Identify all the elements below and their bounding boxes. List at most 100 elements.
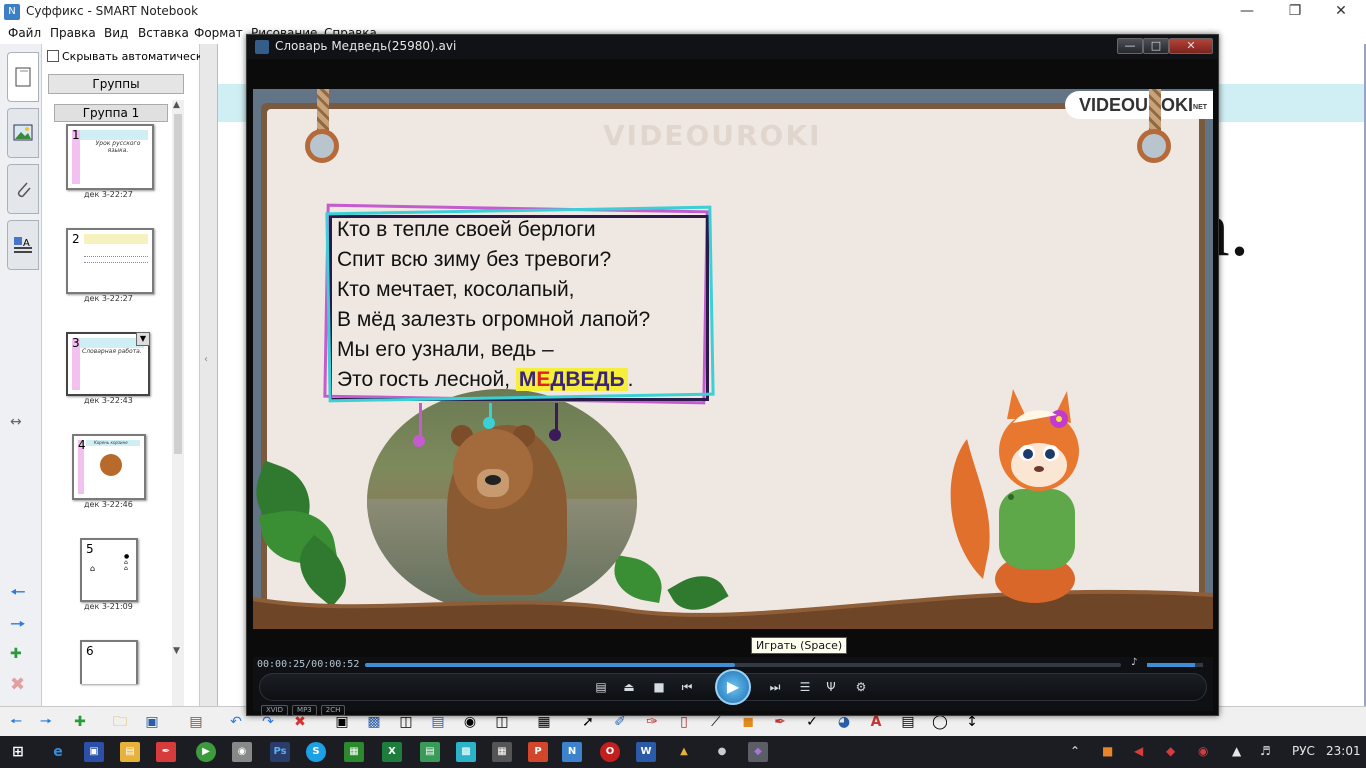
poem-line-2: Спит всю зиму без тревоги?	[337, 248, 612, 271]
opera-icon[interactable]: O	[600, 742, 620, 762]
equalizer-icon[interactable]: Ψ	[823, 679, 839, 695]
video-frame[interactable]: VIDEOUROKI VIDEOUROKINET Кто в тепле сво…	[253, 89, 1213, 629]
menu-insert[interactable]: Вставка	[138, 26, 189, 40]
audio-codec-badge: MP3	[292, 705, 317, 716]
tray-app-icon[interactable]: ■	[1102, 744, 1113, 758]
forward-icon[interactable]: 🠖	[36, 713, 56, 731]
volume-icon[interactable]: ♬	[1260, 744, 1271, 758]
menu-view[interactable]: Вид	[104, 26, 128, 40]
back-icon[interactable]: 🠔	[6, 713, 26, 731]
calculator-icon[interactable]: ▦	[492, 742, 512, 762]
language-indicator[interactable]: РУС	[1292, 744, 1315, 758]
paste-icon[interactable]: ▤	[186, 713, 206, 731]
vlc-icon[interactable]: ▲	[674, 742, 694, 762]
page-thumbnail-6[interactable]: 6	[80, 640, 138, 684]
eject-icon[interactable]: ⏏	[621, 679, 637, 695]
page-thumbnail-4[interactable]: 4 Корень корзине	[72, 434, 146, 500]
ring-left	[305, 129, 339, 163]
video-codec-badge: XVID	[261, 705, 289, 716]
page-time-5: дек 3-21:09	[84, 602, 133, 611]
skype-icon[interactable]: S	[306, 742, 326, 762]
poem-line-5: Мы его узнали, ведь –	[337, 338, 554, 361]
close-button[interactable]: ✕	[1318, 0, 1364, 24]
settings-gear-icon[interactable]: ⚙	[853, 679, 869, 695]
page-thumbnail-5[interactable]: 5 ⌂ ● ⌂ ⌂	[80, 538, 138, 602]
player-titlebar[interactable]: Словарь Медведь(25980).avi — □ ✕	[247, 35, 1218, 59]
play-button[interactable]: ▶	[715, 669, 751, 705]
videouroki-logo: VIDEOUROKINET	[1065, 91, 1213, 119]
undo-icon[interactable]: ↶	[226, 713, 246, 731]
riddle-poem: Кто в тепле своей берлоги Спит всю зиму …	[323, 203, 715, 405]
tab-page-sorter[interactable]	[7, 52, 39, 102]
page-time-2: дек 3-22:27	[84, 294, 133, 303]
seek-bar[interactable]	[365, 663, 1121, 667]
player-maximize-button[interactable]: □	[1143, 38, 1169, 54]
previous-icon[interactable]: ⏮	[679, 679, 695, 695]
microphone-icon[interactable]: ●	[712, 742, 732, 762]
media-player-window[interactable]: Словарь Медведь(25980).avi — □ ✕ VIDEOUR…	[246, 34, 1219, 716]
tab-attachments[interactable]	[7, 164, 39, 214]
wifi-icon[interactable]: ▲	[1232, 744, 1241, 758]
player-close-button[interactable]: ✕	[1169, 38, 1213, 54]
open-folder-icon[interactable]: 🗀	[110, 713, 130, 731]
tab-gallery[interactable]	[7, 108, 39, 158]
speaker-icon[interactable]: ♪	[1131, 657, 1137, 668]
app-icon[interactable]: ▦	[344, 742, 364, 762]
splitter-grip-icon[interactable]: ‹	[204, 354, 208, 365]
edge-icon[interactable]: e	[48, 742, 68, 762]
word-icon[interactable]: W	[636, 742, 656, 762]
page-menu-button[interactable]: ▼	[136, 332, 150, 346]
subtitle-icon[interactable]: ▤	[593, 679, 609, 695]
menu-edit[interactable]: Правка	[50, 26, 96, 40]
volume-slider[interactable]	[1147, 663, 1203, 667]
page-thumbnail-2[interactable]: 2	[66, 228, 154, 294]
antivirus-icon[interactable]: ◆	[1166, 744, 1175, 758]
app-icon-3[interactable]: ▩	[456, 742, 476, 762]
save-app-icon[interactable]: ▣	[84, 742, 104, 762]
save-icon[interactable]: ▣	[142, 713, 162, 731]
next-page-icon[interactable]: 🠖	[10, 612, 26, 642]
panel-splitter[interactable]: ‹	[200, 44, 218, 706]
pen-app-icon[interactable]: ✒	[156, 742, 176, 762]
powerpoint-icon[interactable]: P	[528, 742, 548, 762]
sorter-scrollbar[interactable]: ▲ ▼	[172, 100, 184, 720]
maximize-button[interactable]: ❐	[1272, 0, 1318, 24]
player-minimize-button[interactable]: —	[1117, 38, 1143, 54]
menu-format[interactable]: Формат	[194, 26, 243, 40]
page-thumbnail-1[interactable]: 1 Урок русского языка.	[66, 124, 154, 190]
scroll-up-icon[interactable]: ▲	[173, 100, 180, 110]
media-app-icon[interactable]: ▶	[196, 742, 216, 762]
media-player-taskbar-icon[interactable]: ◆	[748, 742, 768, 762]
delete-page-icon[interactable]: ✖	[10, 674, 25, 695]
photoshop-icon[interactable]: Ps	[270, 742, 290, 762]
next-icon[interactable]: ⏭	[767, 679, 783, 695]
resize-arrows-icon[interactable]: ↔	[10, 414, 22, 430]
windows-taskbar: ⊞ e ▣ ▤ ✒ ▶ ◉ Ps S ▦ X ▤ ▩ ▦ P N O W ▲ ●…	[0, 736, 1366, 768]
start-button[interactable]: ⊞	[8, 742, 28, 762]
clock[interactable]: 23:01	[1326, 744, 1361, 758]
menu-file[interactable]: Файл	[8, 26, 41, 40]
tray-speaker-app-icon[interactable]: ◀	[1134, 744, 1143, 758]
autohide-checkbox[interactable]: Скрывать автоматическ	[47, 50, 207, 63]
tab-properties[interactable]: A	[7, 220, 39, 270]
scroll-down-icon[interactable]: ▼	[173, 646, 180, 656]
add-page-icon[interactable]: ✚	[70, 713, 90, 731]
add-page-icon[interactable]: ✚	[10, 646, 22, 662]
show-hidden-icons[interactable]: ⌃	[1070, 744, 1080, 758]
minimize-button[interactable]: —	[1224, 0, 1270, 24]
file-explorer-icon[interactable]: ▤	[120, 742, 140, 762]
smart-notebook-taskbar-icon[interactable]: N	[562, 742, 582, 762]
page-time-3: дек 3-22:43	[84, 396, 133, 405]
excel-icon[interactable]: X	[382, 742, 402, 762]
playlist-icon[interactable]: ☰	[797, 679, 813, 695]
groups-button[interactable]: Группы	[48, 74, 184, 94]
properties-icon: A	[14, 237, 32, 253]
app-icon-2[interactable]: ▤	[420, 742, 440, 762]
prev-page-icon[interactable]: 🠔	[10, 580, 26, 610]
stop-icon[interactable]: ■	[651, 679, 667, 695]
scroll-thumb[interactable]	[174, 114, 182, 454]
camera-app-icon[interactable]: ◉	[232, 742, 252, 762]
page-thumbnail-3[interactable]: 3 Словарная работа. ▼	[66, 332, 150, 396]
tray-app-icon-2[interactable]: ◉	[1198, 744, 1208, 758]
group-header[interactable]: Группа 1	[54, 104, 168, 122]
